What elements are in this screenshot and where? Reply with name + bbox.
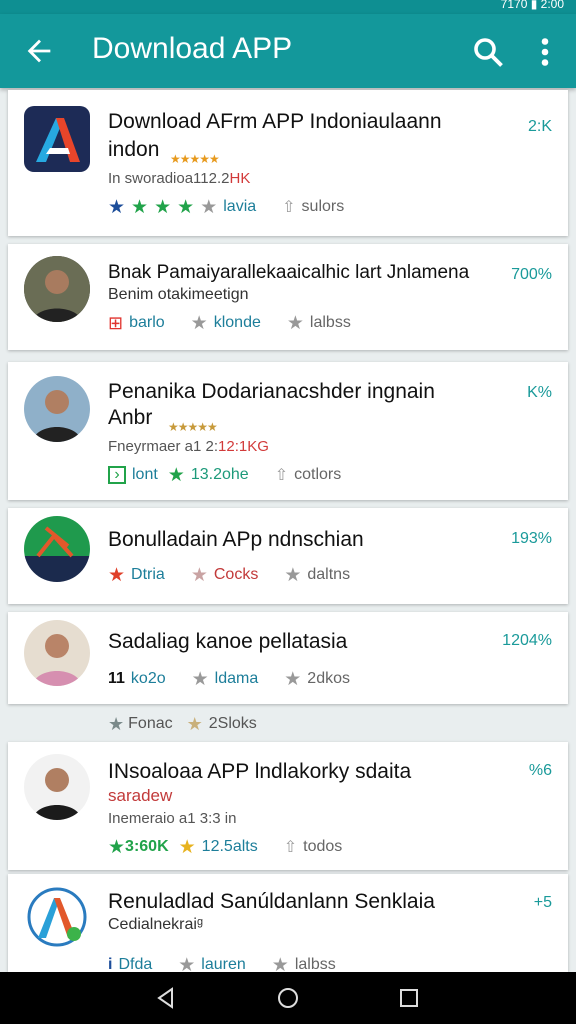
app-card[interactable]: INsoaloaa APP lndlakorky sdaita saradew … — [8, 742, 568, 870]
star-empty-icon: ★ — [108, 713, 125, 734]
app-subtitle: Cedialnekraiᵍ — [108, 916, 203, 933]
app-meta: Fneyrmaer a1 2:12:1KG — [108, 438, 269, 455]
app-card[interactable]: Penanika Dodarianacshder ingnain Anbr ★★… — [8, 362, 568, 500]
rating-row: 11 ko2o ★ ldama ★ 2dkos — [108, 668, 350, 690]
star-icon: ★ — [131, 196, 149, 218]
avatar — [24, 754, 90, 820]
nav-home-icon[interactable] — [276, 986, 300, 1010]
number-badge-icon: 11 — [108, 670, 125, 687]
app-size: %6 — [528, 762, 552, 779]
app-badge-icon: › — [108, 466, 126, 484]
app-title: INsoaloaa APP lndlakorky sdaita — [108, 760, 412, 783]
star-icon: ★ — [108, 564, 126, 586]
nav-recents-icon[interactable] — [397, 986, 421, 1010]
star-empty-icon: ★ — [191, 668, 209, 690]
app-card[interactable]: Bnak Pamaiyarallekaaicalhic lart Jnlamen… — [8, 244, 568, 350]
app-card[interactable]: Renuladlad Sanúldanlann Senklaia Cedialn… — [8, 874, 568, 976]
rating-label: lavia — [223, 198, 257, 215]
app-size: 193% — [511, 530, 552, 547]
app-meta: Inemeraio a1 3:3 in — [108, 810, 237, 827]
star-icon: ★ — [108, 836, 126, 858]
app-subtitle: saradew — [108, 786, 173, 805]
status-right: 7170 ▮ 2:00 — [500, 0, 564, 11]
system-nav-bar — [0, 972, 576, 1024]
search-icon[interactable] — [470, 34, 506, 70]
app-size: 700% — [511, 266, 552, 283]
app-title: Renuladlad Sanúldanlann Senklaia — [108, 890, 435, 913]
rating-row: ⊞ barlo ★ klonde ★ lalbss — [108, 312, 351, 334]
star-icon: ★ — [167, 464, 185, 486]
app-card[interactable]: Bonulladain APp ndnschian 193% ★ Dtria ★… — [8, 508, 568, 604]
star-empty-icon: ★ — [186, 713, 203, 734]
star-empty-icon: ★ — [200, 196, 218, 218]
app-card[interactable]: Sadaliag kanoe pellatasia 1204% 11 ko2o … — [8, 612, 568, 704]
app-logo-icon — [24, 884, 90, 950]
avatar — [24, 256, 90, 322]
status-bar: 7170 ▮ 2:00 — [0, 0, 576, 14]
app-title: Bonulladain APp ndnschian — [108, 528, 364, 551]
page-title: Download APP — [92, 32, 293, 65]
grid-icon: ⊞ — [108, 312, 124, 333]
star-empty-icon: ★ — [284, 668, 302, 690]
app-size: 2:K — [527, 118, 552, 135]
rating-stars-small: ★★★★★ — [168, 420, 218, 434]
app-logo-icon — [24, 516, 90, 582]
rating-row: ★ 3:60K ★ 12.5alts ⇧ todos — [108, 836, 343, 858]
rating-row: ★ Dtria ★ Cocks ★ daltns — [108, 564, 351, 586]
app-card[interactable]: Download AFrm APP Indoniaulaann indon ★★… — [8, 90, 568, 236]
app-size: 1204% — [502, 632, 552, 649]
app-title: Download AFrm APP Indoniaulaann — [108, 110, 442, 133]
app-title: Penanika Dodarianacshder ingnain — [108, 380, 435, 403]
star-icon: ★ — [154, 196, 172, 218]
star-empty-icon: ★ — [286, 312, 304, 334]
app-title: Bnak Pamaiyarallekaaicalhic lart Jnlamen… — [108, 262, 470, 283]
avatar — [24, 376, 90, 442]
back-arrow-icon[interactable] — [22, 34, 56, 68]
more-options-icon[interactable] — [534, 34, 556, 70]
app-subtitle: Benim otakimeetign — [108, 286, 249, 303]
app-size: +5 — [533, 894, 552, 911]
app-meta: In sworadioa112.2HK — [108, 170, 251, 187]
star-icon: ★ — [177, 196, 195, 218]
section-divider: ★ Fonac ★ 2Sloks — [108, 713, 257, 734]
star-empty-icon: ★ — [190, 564, 208, 586]
nav-back-icon[interactable] — [154, 986, 178, 1010]
rating-stars-small: ★★★★★ — [170, 152, 220, 166]
app-subtitle: indon — [108, 138, 160, 161]
star-icon: ★ — [108, 196, 126, 218]
star-icon: ★ — [178, 836, 196, 858]
share-action[interactable]: ⇧ sulors — [282, 197, 344, 217]
share-icon: ⇧ — [282, 199, 296, 216]
avatar — [24, 620, 90, 686]
app-size: K% — [527, 384, 552, 401]
star-empty-icon: ★ — [284, 564, 302, 586]
rating-row: › lont ★ 13.2ohe ⇧ cotlors — [108, 464, 367, 486]
app-title: Sadaliag kanoe pellatasia — [108, 630, 348, 653]
app-bar: Download APP — [0, 14, 576, 88]
share-icon: ⇧ — [274, 467, 289, 484]
share-icon: ⇧ — [283, 839, 298, 856]
app-logo-icon — [24, 106, 90, 172]
rating-row: ★ ★ ★ ★ ★ lavia ⇧ sulors — [108, 196, 370, 218]
star-empty-icon: ★ — [190, 312, 208, 334]
app-subtitle: Anbr — [108, 406, 153, 429]
